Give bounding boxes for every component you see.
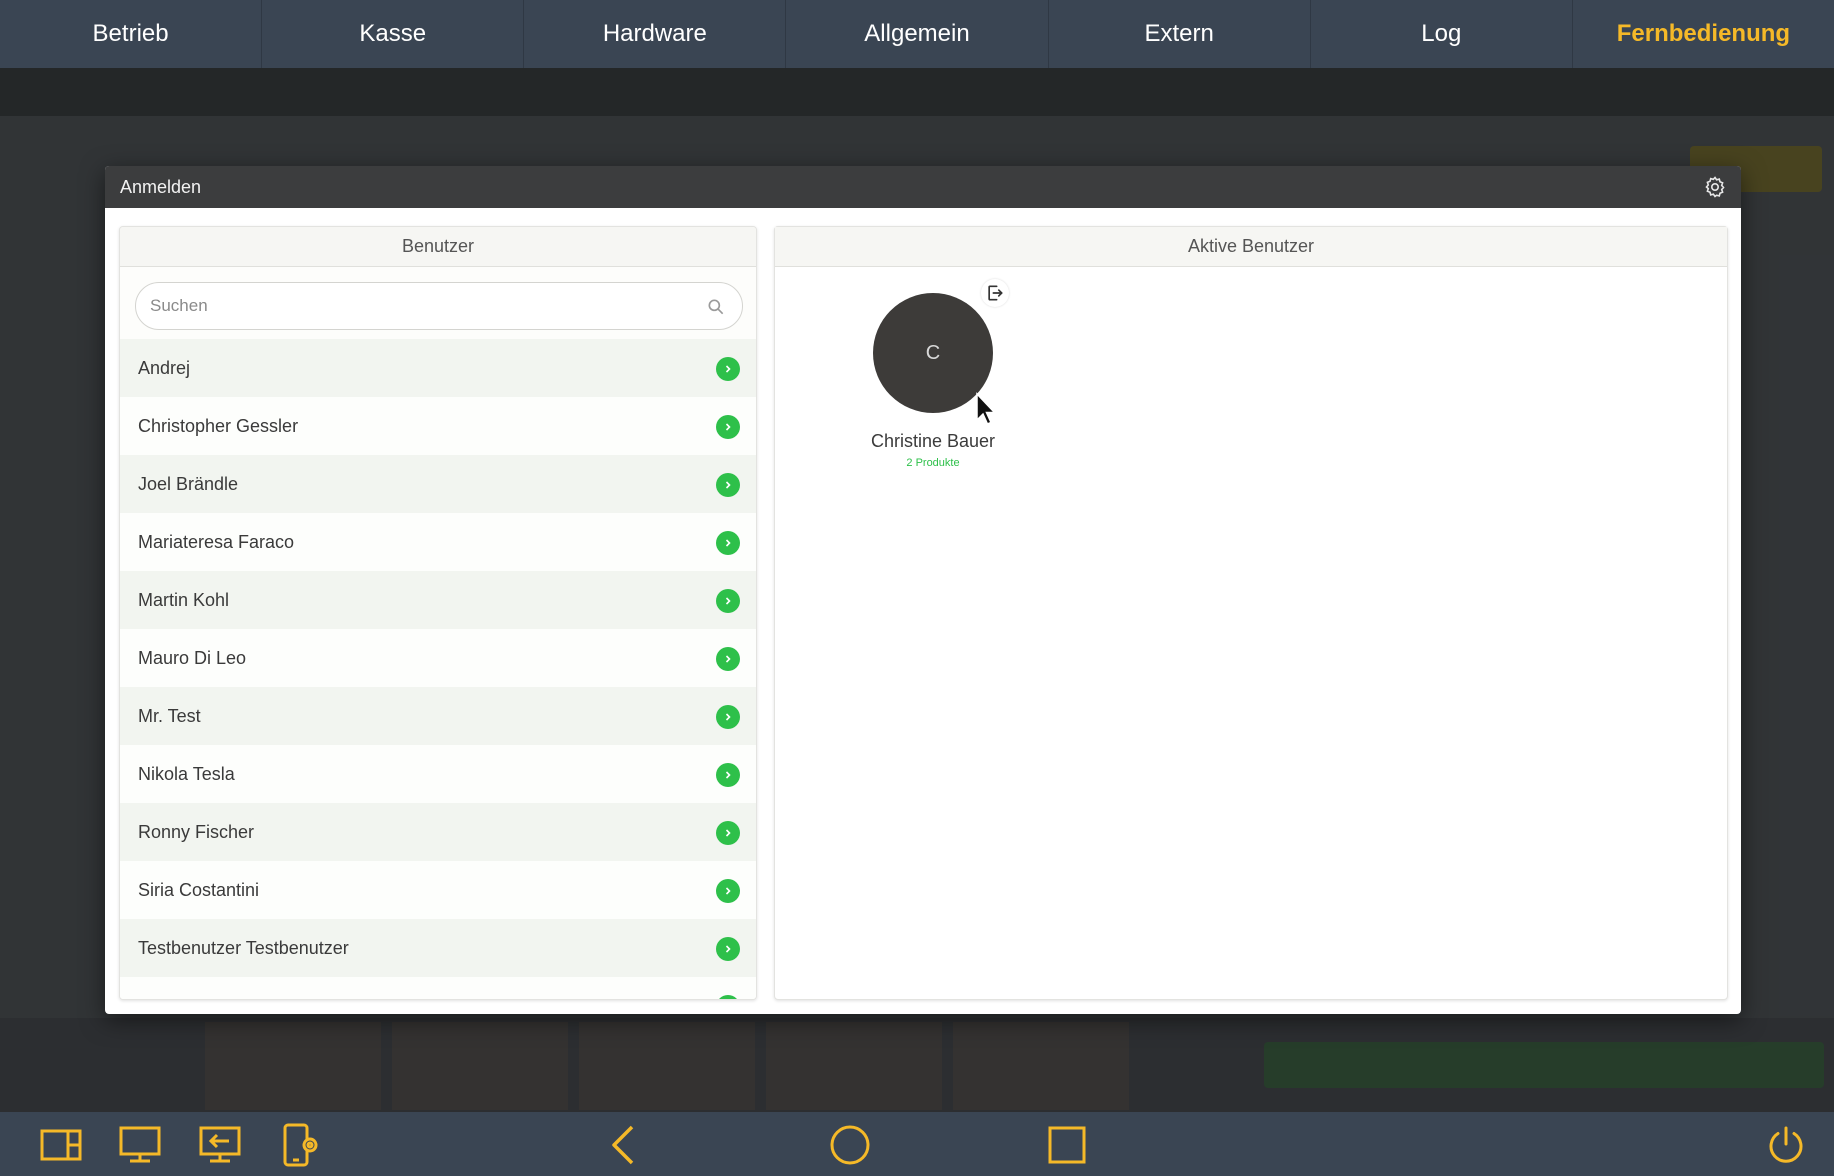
chevron-right-icon[interactable] — [716, 357, 740, 381]
user-list-item[interactable]: Martin Kohl — [120, 571, 756, 629]
avatar[interactable]: C — [873, 293, 993, 413]
user-name: Siria Costantini — [138, 879, 260, 900]
bottom-system-bar — [0, 1112, 1834, 1176]
tab-betrieb[interactable]: Betrieb — [0, 0, 263, 68]
tab-fernbedienung[interactable]: Fernbedienung — [1573, 0, 1834, 68]
user-name: Martin Kohl — [138, 589, 230, 610]
modal-header: Anmelden — [105, 166, 1741, 208]
user-list: Andrej Christopher Gessler Joel Brändle … — [120, 339, 756, 999]
avatar-initial: C — [925, 341, 941, 364]
tab-log[interactable]: Log — [1311, 0, 1573, 68]
user-name: Nikola Tesla — [138, 763, 235, 784]
user-name: Mariateresa Faraco — [138, 531, 295, 552]
chevron-right-icon[interactable] — [716, 937, 740, 961]
user-name: Testbenutzer Testbenutzer — [138, 937, 349, 958]
tab-allgemein[interactable]: Allgemein — [786, 0, 1049, 68]
tab-extern[interactable]: Extern — [1049, 0, 1311, 68]
user-name: Joel Brändle — [138, 473, 239, 494]
gear-icon[interactable] — [1703, 175, 1727, 199]
user-list-item[interactable]: Mr. Test — [120, 687, 756, 745]
modal-title: Anmelden — [120, 176, 202, 197]
user-name: Ronny Fischer — [138, 821, 255, 842]
chevron-right-icon[interactable] — [716, 821, 740, 845]
search-icon[interactable] — [706, 297, 726, 317]
power-icon[interactable] — [1763, 1122, 1809, 1168]
tab-hardware[interactable]: Hardware — [524, 0, 787, 68]
home-icon[interactable] — [827, 1122, 873, 1168]
user-list-item[interactable]: Ronny Fischer — [120, 803, 756, 861]
back-icon[interactable] — [600, 1122, 646, 1168]
user-list-item[interactable]: Mariateresa Faraco — [120, 513, 756, 571]
login-modal: Anmelden Benutzer Andrej Christopher Ges… — [105, 166, 1741, 1014]
user-name: Mr. Test — [138, 705, 201, 726]
user-list-item[interactable]: Nikola Tesla — [120, 745, 756, 803]
user-list-item[interactable]: Andrej — [120, 339, 756, 397]
active-user-name: Christine Bauer — [870, 431, 996, 451]
user-list-item[interactable]: Siria Costantini — [120, 861, 756, 919]
user-list-item[interactable]: Christopher Gessler — [120, 397, 756, 455]
chevron-right-icon[interactable] — [716, 415, 740, 439]
search-box — [135, 282, 743, 330]
tab-kasse[interactable]: Kasse — [262, 0, 525, 68]
search-input[interactable] — [150, 296, 690, 316]
monitor-icon[interactable] — [117, 1122, 163, 1168]
user-name: Mauro Di Leo — [138, 647, 247, 668]
chevron-right-icon[interactable] — [716, 589, 740, 613]
device-settings-icon[interactable] — [278, 1122, 324, 1168]
active-users-panel: Aktive Benutzer C Christine Bauer 2 Prod… — [774, 226, 1728, 1000]
users-panel: Benutzer Andrej Christopher Gessler Joel… — [119, 226, 757, 1000]
top-navigation: Betrieb Kasse Hardware Allgemein Extern … — [0, 0, 1834, 68]
chevron-right-icon[interactable] — [716, 705, 740, 729]
chevron-right-icon[interactable] — [716, 763, 740, 787]
chevron-right-icon[interactable] — [716, 995, 740, 999]
chevron-right-icon[interactable] — [716, 647, 740, 671]
active-user-products: 2 Produkte — [906, 457, 960, 469]
screen-switch-icon[interactable] — [197, 1122, 243, 1168]
active-user-card[interactable]: C Christine Bauer 2 Produkte — [863, 279, 1009, 469]
users-panel-title: Benutzer — [120, 227, 756, 267]
chevron-right-icon[interactable] — [716, 531, 740, 555]
panel-layout-icon[interactable] — [38, 1122, 84, 1168]
user-list-item[interactable]: Joel Brändle — [120, 455, 756, 513]
chevron-right-icon[interactable] — [716, 473, 740, 497]
user-name: Andrej — [138, 357, 191, 378]
logout-icon[interactable] — [981, 279, 1009, 307]
chevron-right-icon[interactable] — [716, 879, 740, 903]
user-list-item[interactable]: Testbenutzer Testbenutzer — [120, 919, 756, 977]
user-list-item[interactable]: Mauro Di Leo — [120, 629, 756, 687]
user-list-item-partial[interactable] — [120, 977, 756, 999]
active-users-panel-title: Aktive Benutzer — [775, 227, 1727, 267]
user-name: Christopher Gessler — [138, 415, 299, 436]
recents-icon[interactable] — [1044, 1122, 1090, 1168]
